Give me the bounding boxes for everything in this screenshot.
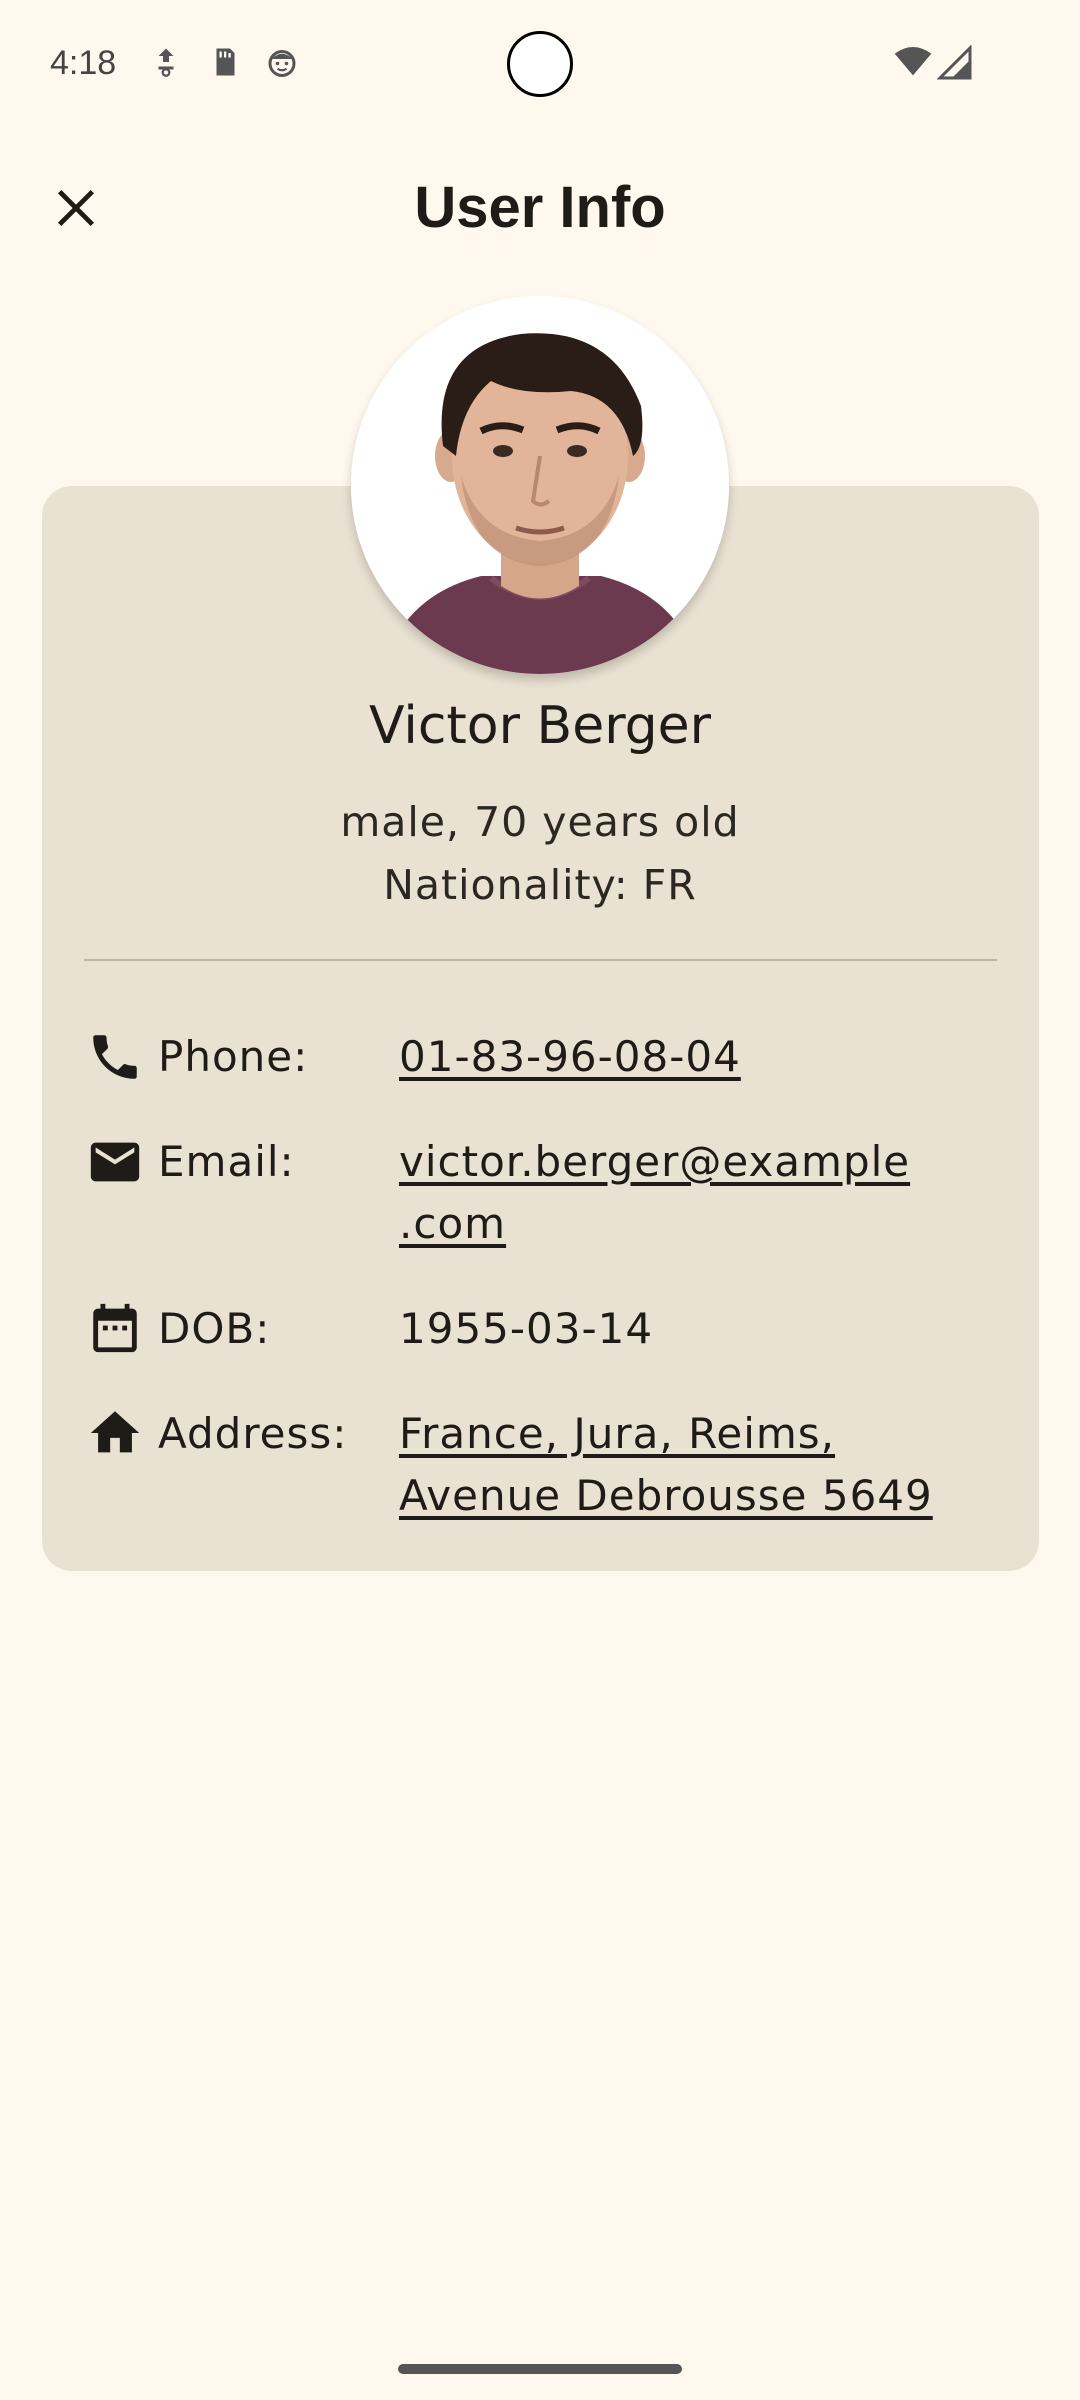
wifi-icon (894, 47, 932, 76)
address-line-1: France, Jura, Reims, (399, 1409, 836, 1458)
address-label: Address: (158, 1409, 348, 1458)
user-nationality: Nationality: FR (383, 861, 697, 909)
page-title: User Info (414, 175, 666, 240)
email-label: Email: (158, 1137, 295, 1186)
phone-link[interactable]: 01-83-96-08-04 (399, 1026, 959, 1088)
signal-icon (937, 45, 972, 80)
avatar (351, 296, 729, 674)
address-line-2: Avenue Debrousse 5649 (399, 1471, 933, 1520)
phone-label: Phone: (158, 1032, 309, 1081)
avatar-photo (351, 296, 729, 674)
calendar-icon (93, 1303, 137, 1353)
dob-value: 1955-03-14 (399, 1304, 654, 1353)
phone-icon (93, 1035, 137, 1079)
status-time: 4:18 (50, 44, 117, 82)
home-indicator[interactable] (398, 2364, 682, 2374)
email-icon (90, 1142, 140, 1182)
camera-cutout (507, 31, 573, 97)
user-summary: male, 70 years old (340, 798, 740, 846)
status-bar: 4:18 (0, 0, 1080, 130)
download-icon (158, 48, 174, 77)
user-name: Victor Berger (368, 696, 712, 756)
email-line-2: .com (399, 1199, 507, 1248)
email-line-1: victor.berger@example (399, 1137, 911, 1186)
dob-label: DOB: (158, 1304, 271, 1353)
sd-card-icon (216, 48, 235, 76)
home-icon (90, 1411, 140, 1453)
email-link[interactable]: victor.berger@example .com (399, 1131, 959, 1255)
divider (84, 959, 997, 961)
address-link[interactable]: France, Jura, Reims, Avenue Debrousse 56… (399, 1403, 959, 1527)
face-icon (268, 50, 296, 77)
